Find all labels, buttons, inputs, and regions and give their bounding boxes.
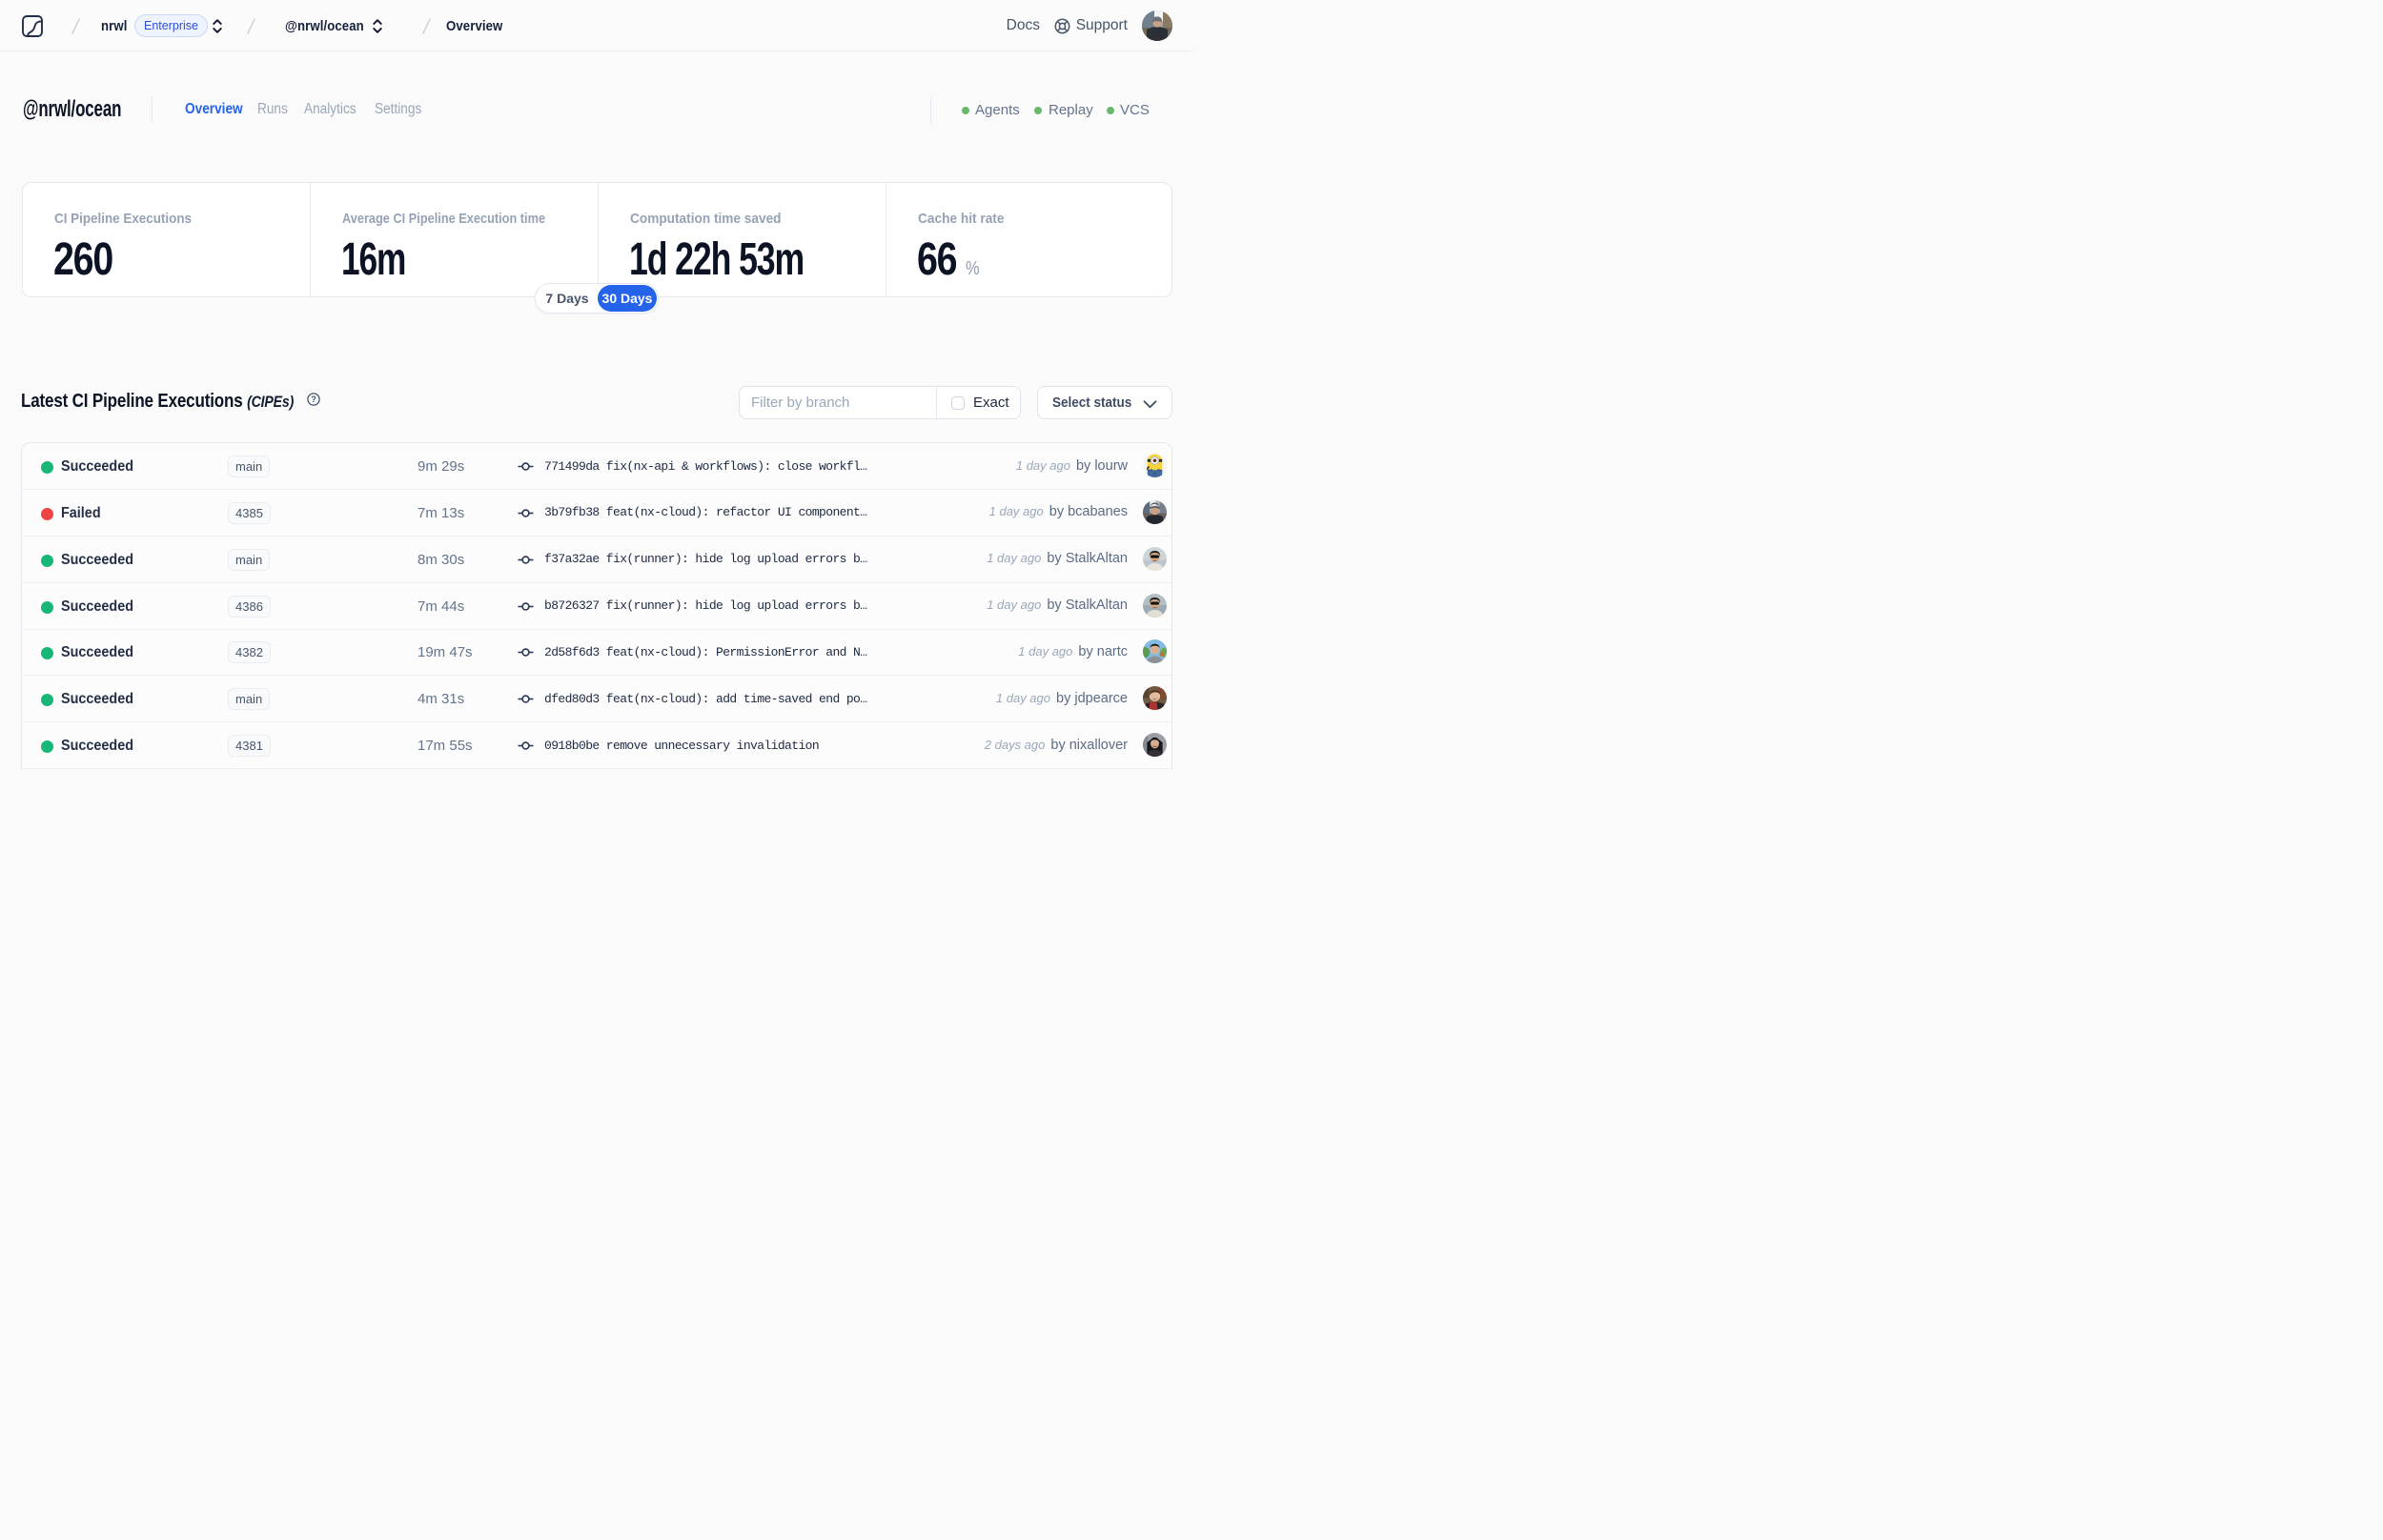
svg-text:?: ?	[311, 395, 316, 404]
